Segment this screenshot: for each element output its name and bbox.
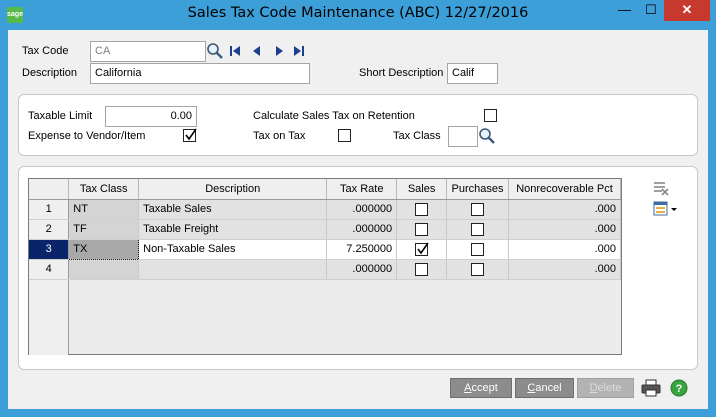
help-icon[interactable]: ? — [670, 379, 688, 397]
tax-class-lookup-icon[interactable] — [478, 127, 496, 145]
column-header-purchases[interactable]: Purchases — [446, 179, 510, 200]
nonrecoverable-pct-cell[interactable]: .000 — [508, 239, 621, 260]
sales-cell[interactable] — [396, 259, 448, 280]
client-area: Tax Code CA Description California Short… — [8, 30, 708, 409]
window: sage Sales Tax Code Maintenance (ABC) 12… — [0, 0, 716, 417]
purchases-cell[interactable] — [446, 239, 510, 260]
description-field[interactable]: California — [90, 63, 310, 84]
description-cell[interactable]: Taxable Sales — [138, 199, 328, 220]
maximize-button[interactable]: ☐ — [638, 0, 664, 21]
tax-rate-cell[interactable]: 7.250000 — [326, 239, 398, 260]
description-cell[interactable] — [138, 259, 328, 280]
tax-on-tax-label: Tax on Tax — [253, 130, 306, 142]
short-description-field[interactable]: Calif — [447, 63, 498, 84]
last-record-icon[interactable] — [292, 44, 306, 58]
close-button[interactable]: ✕ — [664, 0, 710, 21]
tax-code-field[interactable]: CA — [90, 41, 206, 62]
sales-cell[interactable] — [396, 219, 448, 240]
svg-text:?: ? — [676, 383, 683, 395]
expense-to-vendor-checkbox[interactable] — [183, 128, 197, 142]
tax-on-tax-checkbox[interactable] — [338, 129, 351, 142]
sales-checkbox[interactable] — [415, 202, 429, 216]
purchases-cell[interactable] — [446, 259, 510, 280]
purchases-checkbox[interactable] — [471, 242, 485, 256]
delete-row-icon[interactable] — [653, 180, 669, 196]
delete-button[interactable]: Delete — [577, 378, 634, 398]
sales-checkbox[interactable] — [415, 262, 429, 276]
tax-class-cell[interactable]: NT — [68, 199, 140, 220]
title-bar[interactable]: sage Sales Tax Code Maintenance (ABC) 12… — [0, 0, 716, 30]
purchases-checkbox[interactable] — [471, 202, 485, 216]
purchases-checkbox[interactable] — [471, 222, 485, 236]
description-cell[interactable]: Non-Taxable Sales — [138, 239, 328, 260]
purchases-checkbox[interactable] — [471, 262, 485, 276]
taxable-limit-label: Taxable Limit — [28, 110, 93, 122]
tax-code-label: Tax Code — [22, 45, 69, 57]
nonrecoverable-pct-cell[interactable]: .000 — [508, 199, 621, 220]
table-row[interactable]: 2 TF Taxable Freight .000000 .000 — [29, 219, 621, 240]
delete-mnemonic: D — [589, 382, 598, 394]
sales-cell[interactable] — [396, 199, 448, 220]
tax-class-grid[interactable]: Tax Class Description Tax Rate Sales Pur… — [28, 178, 622, 355]
description-cell[interactable]: Taxable Freight — [138, 219, 328, 240]
purchases-cell[interactable] — [446, 199, 510, 220]
calc-retention-label: Calculate Sales Tax on Retention — [253, 110, 415, 122]
calc-retention-checkbox[interactable] — [484, 109, 497, 122]
nonrecoverable-pct-cell[interactable]: .000 — [508, 219, 621, 240]
print-icon[interactable] — [641, 379, 661, 397]
table-row-selected[interactable]: 3 TX Non-Taxable Sales 7.250000 .000 — [29, 238, 621, 260]
previous-record-icon[interactable] — [250, 44, 264, 58]
tax-class-cell[interactable]: TX — [68, 238, 140, 260]
tax-rate-cell[interactable]: .000000 — [326, 199, 398, 220]
tax-rate-cell[interactable]: .000000 — [326, 219, 398, 240]
tax-rate-cell[interactable]: .000000 — [326, 259, 398, 280]
sales-checkbox[interactable] — [415, 222, 429, 236]
tax-class-cell[interactable] — [68, 259, 140, 280]
expense-to-vendor-label: Expense to Vendor/Item — [28, 130, 146, 142]
lookup-icon[interactable] — [206, 42, 224, 60]
cancel-button[interactable]: Cancel — [515, 378, 574, 398]
table-row[interactable]: 4 .000000 .000 — [29, 259, 621, 280]
minimize-button[interactable]: — — [611, 0, 638, 21]
customize-grid-icon[interactable] — [653, 201, 679, 217]
column-header-tax-rate[interactable]: Tax Rate — [326, 179, 398, 200]
grid-header-row: Tax Class Description Tax Rate Sales Pur… — [29, 179, 621, 200]
delete-button-label: elete — [597, 382, 622, 394]
column-header-tax-class[interactable]: Tax Class — [68, 179, 140, 200]
tax-class-cell[interactable]: TF — [68, 219, 140, 240]
purchases-cell[interactable] — [446, 219, 510, 240]
grid-row-header-gutter — [29, 280, 69, 355]
column-header-row-number — [29, 179, 70, 200]
description-label: Description — [22, 67, 78, 79]
row-number[interactable]: 4 — [29, 259, 70, 280]
cancel-button-label: ancel — [535, 382, 562, 394]
next-record-icon[interactable] — [272, 44, 286, 58]
row-number[interactable]: 2 — [29, 219, 70, 240]
row-number[interactable]: 1 — [29, 199, 70, 220]
row-number[interactable]: 3 — [29, 239, 70, 260]
table-row[interactable]: 1 NT Taxable Sales .000000 .000 — [29, 199, 621, 220]
window-title: Sales Tax Code Maintenance (ABC) 12/27/2… — [187, 5, 529, 21]
short-description-label: Short Description — [359, 67, 444, 79]
nonrecoverable-pct-cell[interactable]: .000 — [508, 259, 621, 280]
accept-mnemonic: A — [464, 382, 472, 394]
accept-button[interactable]: Accept — [450, 378, 512, 398]
grid-table: Tax Class Description Tax Rate Sales Pur… — [29, 179, 621, 280]
tax-class-label: Tax Class — [393, 130, 441, 142]
accept-button-label: ccept — [471, 382, 498, 394]
column-header-sales[interactable]: Sales — [396, 179, 448, 200]
first-record-icon[interactable] — [228, 44, 242, 58]
column-header-description[interactable]: Description — [138, 179, 328, 200]
taxable-limit-field[interactable]: 0.00 — [105, 106, 197, 127]
sales-checkbox[interactable] — [415, 242, 429, 256]
tax-class-field[interactable] — [448, 126, 478, 147]
sales-cell[interactable] — [396, 239, 448, 260]
column-header-nonrecoverable-pct[interactable]: Nonrecoverable Pct — [508, 179, 621, 200]
